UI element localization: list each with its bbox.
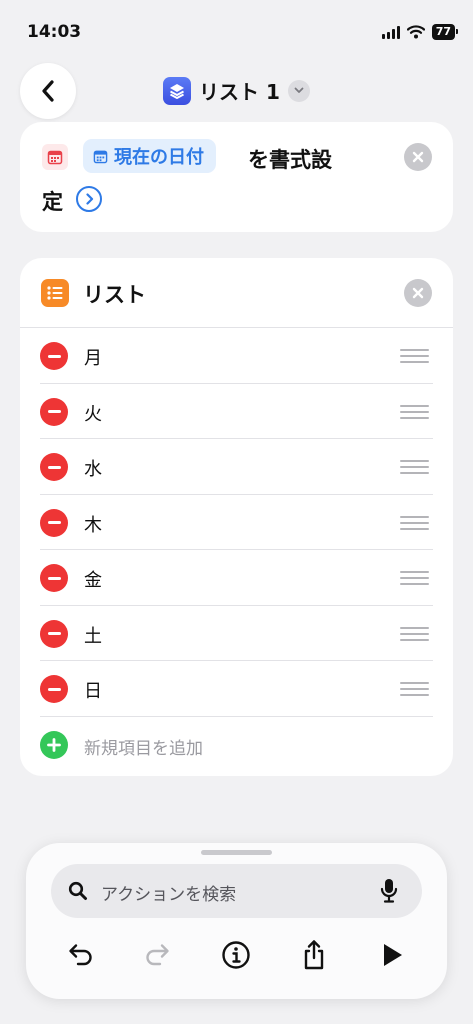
- action-text-part2: 定: [42, 190, 63, 214]
- minus-icon: [47, 632, 61, 635]
- cellular-signal-icon: [381, 25, 400, 39]
- redo-icon: [146, 944, 169, 966]
- delete-item-button[interactable]: [40, 453, 68, 481]
- calendar-icon: [42, 144, 68, 170]
- list-item: 日: [20, 661, 453, 717]
- redo-button[interactable]: [139, 937, 175, 973]
- close-icon: [412, 287, 424, 299]
- list-icon: [41, 279, 69, 307]
- action-text-part1: を書式設: [248, 148, 332, 172]
- editor-toolbar: [26, 933, 447, 977]
- minus-icon: [47, 687, 61, 691]
- remove-list-action-button[interactable]: [404, 279, 432, 307]
- delete-item-button[interactable]: [40, 508, 68, 537]
- action-search-panel: アクションを検索: [26, 843, 447, 999]
- list-item: 木: [20, 495, 453, 550]
- current-date-token-label: 現在の日付: [114, 147, 204, 168]
- search-icon: [68, 881, 87, 900]
- delete-item-button[interactable]: [40, 397, 68, 426]
- shortcuts-layers-icon: [163, 76, 192, 105]
- drag-handle-icon[interactable]: [400, 682, 429, 696]
- list-item: 月: [20, 328, 453, 384]
- drag-handle-icon[interactable]: [400, 515, 429, 530]
- list-item-label[interactable]: 月: [84, 344, 102, 370]
- sheet-grabber[interactable]: [201, 850, 272, 855]
- status-icons: 77: [381, 24, 459, 40]
- add-item-label[interactable]: 新規項目を追加: [84, 734, 203, 759]
- chevron-right-icon: [85, 193, 93, 205]
- calendar-small-icon: [93, 150, 108, 163]
- play-icon: [384, 944, 402, 966]
- list-items: 月 火 水 木 金 土 日 新規項目を追加: [20, 328, 453, 772]
- list-item-label[interactable]: 火: [84, 400, 102, 426]
- list-item-label[interactable]: 木: [84, 511, 102, 537]
- current-date-token[interactable]: 現在の日付: [83, 139, 216, 173]
- list-item: 金: [20, 550, 453, 606]
- add-item-row[interactable]: 新規項目を追加: [20, 717, 453, 773]
- plus-circle-icon[interactable]: [40, 730, 68, 759]
- list-item-label[interactable]: 日: [84, 677, 102, 703]
- list-item-label[interactable]: 金: [84, 566, 102, 592]
- shortcut-title: リスト 1: [199, 80, 280, 104]
- info-button[interactable]: [218, 937, 254, 973]
- list-action-card[interactable]: リスト 月 火 水 木 金 土 日 新規項目を追加: [20, 258, 453, 776]
- delete-item-button[interactable]: [40, 619, 68, 648]
- info-icon: [222, 941, 250, 969]
- share-icon: [304, 940, 324, 970]
- delete-item-button[interactable]: [40, 564, 68, 592]
- microphone-icon[interactable]: [379, 877, 399, 905]
- chevron-down-icon: [287, 79, 310, 102]
- drag-handle-icon[interactable]: [400, 571, 429, 585]
- undo-button[interactable]: [63, 937, 99, 973]
- list-item: 水: [20, 439, 453, 495]
- expand-action-button[interactable]: [76, 186, 102, 212]
- drag-handle-icon[interactable]: [400, 404, 429, 419]
- drag-handle-icon[interactable]: [400, 349, 429, 363]
- delete-item-button[interactable]: [40, 675, 68, 703]
- remove-format-action-button[interactable]: [404, 143, 432, 171]
- list-item: 土: [20, 606, 453, 661]
- format-date-action-card[interactable]: 現在の日付 を書式設 定: [20, 122, 453, 232]
- list-item-label[interactable]: 水: [84, 455, 102, 481]
- run-button[interactable]: [374, 937, 410, 973]
- action-search-field[interactable]: アクションを検索: [51, 864, 422, 918]
- close-icon: [412, 151, 424, 163]
- status-time: 14:03: [27, 22, 82, 42]
- shortcut-title-menu[interactable]: リスト 1: [0, 76, 473, 105]
- minus-icon: [47, 576, 61, 580]
- list-item-label[interactable]: 土: [84, 622, 102, 648]
- list-action-title: リスト: [83, 283, 146, 307]
- list-item: 火: [20, 384, 453, 439]
- wifi-icon: [406, 25, 425, 39]
- share-button[interactable]: [296, 937, 332, 973]
- minus-icon: [47, 521, 61, 524]
- undo-icon: [69, 944, 92, 966]
- minus-icon: [47, 465, 61, 469]
- drag-handle-icon[interactable]: [400, 460, 429, 474]
- battery-indicator: 77: [431, 24, 459, 40]
- minus-icon: [47, 410, 61, 413]
- search-placeholder: アクションを検索: [101, 885, 237, 905]
- drag-handle-icon[interactable]: [400, 626, 429, 641]
- status-bar: 14:03 77: [0, 0, 473, 56]
- minus-icon: [47, 354, 61, 358]
- delete-item-button[interactable]: [40, 342, 68, 370]
